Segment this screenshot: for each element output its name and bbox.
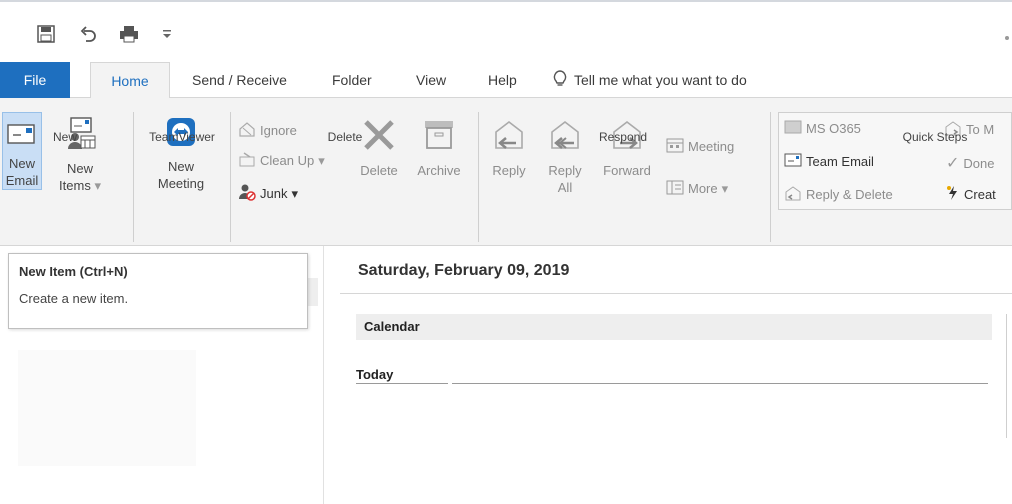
more-label: More [688, 181, 718, 196]
junk-icon [238, 183, 256, 204]
window-control-hint [1005, 36, 1009, 40]
reply-button[interactable]: Reply [484, 112, 534, 190]
new-email-button[interactable]: New Email [2, 112, 42, 190]
clean-up-label: Clean Up [260, 153, 315, 168]
forward-button[interactable]: Forward [596, 112, 658, 190]
reply-all-label-2: All [557, 180, 573, 195]
tab-help[interactable]: Help [486, 62, 519, 98]
group-divider [230, 112, 231, 242]
calendar-section-label: Calendar [364, 319, 420, 334]
new-email-label-2: Email [5, 173, 39, 188]
group-label-respond: Respond [598, 130, 648, 144]
quick-step-done[interactable]: ✓ Done [946, 153, 994, 173]
group-divider [133, 112, 134, 242]
new-meeting-label-2: Meeting [157, 176, 205, 191]
new-items-button[interactable]: New Items ▾ [44, 112, 116, 193]
lightning-icon [946, 185, 960, 204]
tooltip-description: Create a new item. [19, 291, 129, 306]
meeting-label: Meeting [688, 139, 735, 154]
clean-up-icon [238, 151, 256, 170]
reply-all-label-1: Reply [548, 163, 582, 178]
group-divider [478, 112, 479, 242]
tab-home[interactable]: Home [90, 62, 170, 99]
reply-label: Reply [492, 163, 526, 178]
ms-o365-icon [784, 120, 802, 137]
archive-button[interactable]: Archive [410, 112, 468, 190]
done-label: Done [963, 155, 995, 171]
new-email-icon [3, 123, 41, 149]
meeting-icon [666, 137, 684, 156]
group-label-delete: Delete [327, 130, 363, 144]
today-rule [452, 383, 988, 384]
meeting-button[interactable]: Meeting [666, 137, 734, 156]
print-icon[interactable] [116, 22, 142, 46]
quick-step-create-new[interactable]: Creat [946, 185, 996, 204]
tooltip-title: New Item (Ctrl+N) [19, 264, 128, 279]
quick-step-reply-delete[interactable]: Reply & Delete [784, 185, 893, 204]
tab-folder[interactable]: Folder [330, 62, 374, 98]
group-divider [770, 112, 771, 242]
ms-o365-label: MS O365 [806, 121, 861, 136]
more-respond-button[interactable]: More ▾ [666, 179, 728, 198]
calendar-section-row[interactable]: Calendar [356, 314, 992, 340]
create-new-label: Creat [964, 187, 996, 202]
heading-divider [340, 293, 1012, 294]
dropdown-arrow-icon: ▾ [90, 178, 101, 193]
dropdown-arrow-icon: ▾ [291, 185, 298, 201]
delete-label: Delete [360, 163, 398, 178]
save-icon[interactable] [34, 22, 58, 46]
ribbon-tab-bar: File Home Send / Receive Folder View Hel… [0, 62, 1012, 99]
ignore-button[interactable]: Ignore [238, 121, 297, 140]
calendar-date-heading: Saturday, February 09, 2019 [358, 262, 570, 279]
tab-send-receive[interactable]: Send / Receive [190, 62, 289, 98]
quick-step-ms-o365[interactable]: MS O365 [784, 120, 861, 137]
new-items-label-2: Items [59, 178, 91, 193]
ignore-icon [238, 121, 256, 140]
new-items-label-1: New [66, 161, 93, 176]
new-email-label-1: New [8, 156, 35, 171]
dropdown-arrow-icon: ▾ [721, 180, 729, 196]
tab-file[interactable]: File [0, 62, 70, 98]
ignore-label: Ignore [260, 123, 297, 138]
reply-icon [484, 118, 534, 156]
forward-label: Forward [603, 163, 651, 178]
lightbulb-icon [552, 69, 568, 91]
scrollbar-edge[interactable] [1006, 314, 1012, 438]
reply-delete-label: Reply & Delete [806, 187, 893, 202]
team-email-icon [784, 153, 802, 170]
archive-label: Archive [417, 163, 461, 178]
today-underline [356, 383, 448, 384]
checkmark-icon: ✓ [946, 155, 960, 172]
customize-qat-icon[interactable] [160, 22, 174, 46]
reply-all-button[interactable]: Reply All [540, 112, 590, 208]
new-meeting-button[interactable]: New Meeting [146, 112, 216, 191]
pane-divider[interactable] [323, 246, 324, 504]
quick-step-team-email[interactable]: Team Email [784, 153, 874, 170]
folder-pane-placeholder [18, 350, 196, 466]
window-top-border [0, 0, 1012, 6]
reply-delete-icon [784, 185, 802, 204]
group-label-quick-steps: Quick Steps [902, 130, 968, 144]
team-email-label: Team Email [806, 154, 874, 169]
junk-label: Junk [260, 186, 288, 201]
clean-up-button[interactable]: Clean Up ▾ [238, 151, 325, 170]
group-label-teamviewer: TeamViewer [149, 130, 215, 144]
tab-view[interactable]: View [414, 62, 448, 98]
archive-icon [410, 118, 468, 156]
new-items-tooltip: New Item (Ctrl+N) Create a new item. [8, 253, 308, 329]
undo-icon[interactable] [76, 22, 100, 46]
dropdown-arrow-icon: ▾ [318, 152, 325, 168]
tell-me-search[interactable]: Tell me what you want to do [552, 62, 747, 98]
junk-button[interactable]: Junk ▾ [238, 183, 298, 204]
tell-me-label: Tell me what you want to do [574, 72, 747, 88]
more-icon [666, 179, 684, 198]
quick-access-toolbar [0, 8, 1012, 58]
new-meeting-label-1: New [167, 159, 194, 174]
today-label: Today [356, 367, 394, 382]
delete-button[interactable]: Delete [354, 112, 404, 190]
group-label-new: New [52, 130, 77, 144]
